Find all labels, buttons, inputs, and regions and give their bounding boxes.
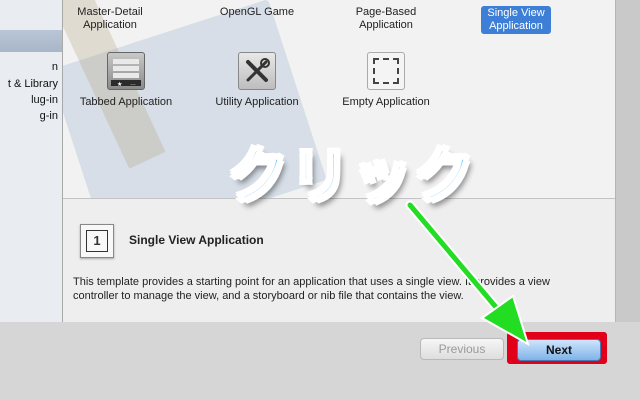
click-annotation-text: クリック (227, 142, 476, 212)
